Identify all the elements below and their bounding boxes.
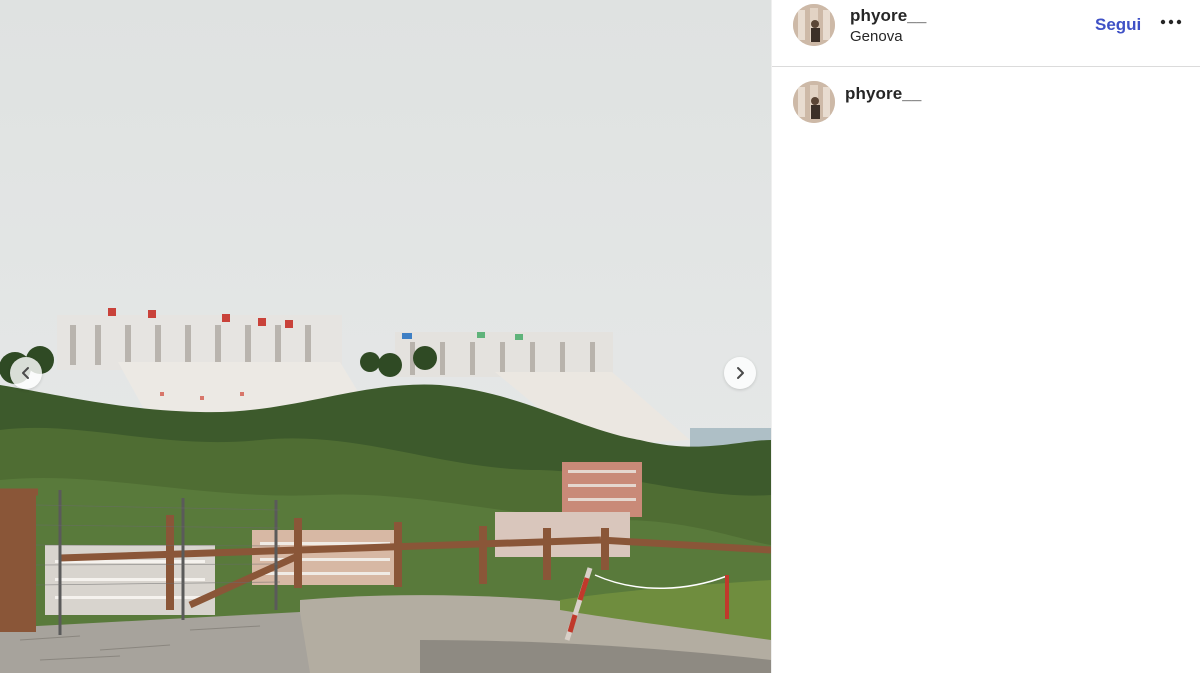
post-header: phyore__ Genova Segui: [772, 0, 1200, 67]
chevron-left-icon: [22, 367, 29, 379]
avatar[interactable]: [793, 4, 835, 46]
post-photo: [0, 0, 771, 673]
post-author-username[interactable]: phyore__: [850, 6, 926, 26]
more-options-button[interactable]: [1159, 10, 1183, 34]
post-sidebar: phyore__ Genova Segui phyore__: [771, 0, 1200, 673]
carousel-next-button[interactable]: [724, 357, 756, 389]
avatar-image: [793, 81, 835, 123]
avatar-image: [793, 4, 835, 46]
caption-username[interactable]: phyore__: [845, 84, 921, 104]
follow-button[interactable]: Segui: [1095, 15, 1141, 35]
more-horizontal-icon: [1160, 19, 1182, 25]
carousel-prev-button[interactable]: [10, 357, 42, 389]
landscape-photo: [0, 0, 771, 673]
chevron-right-icon: [737, 367, 744, 379]
caption-avatar[interactable]: [793, 81, 835, 123]
post-location[interactable]: Genova: [850, 28, 903, 45]
